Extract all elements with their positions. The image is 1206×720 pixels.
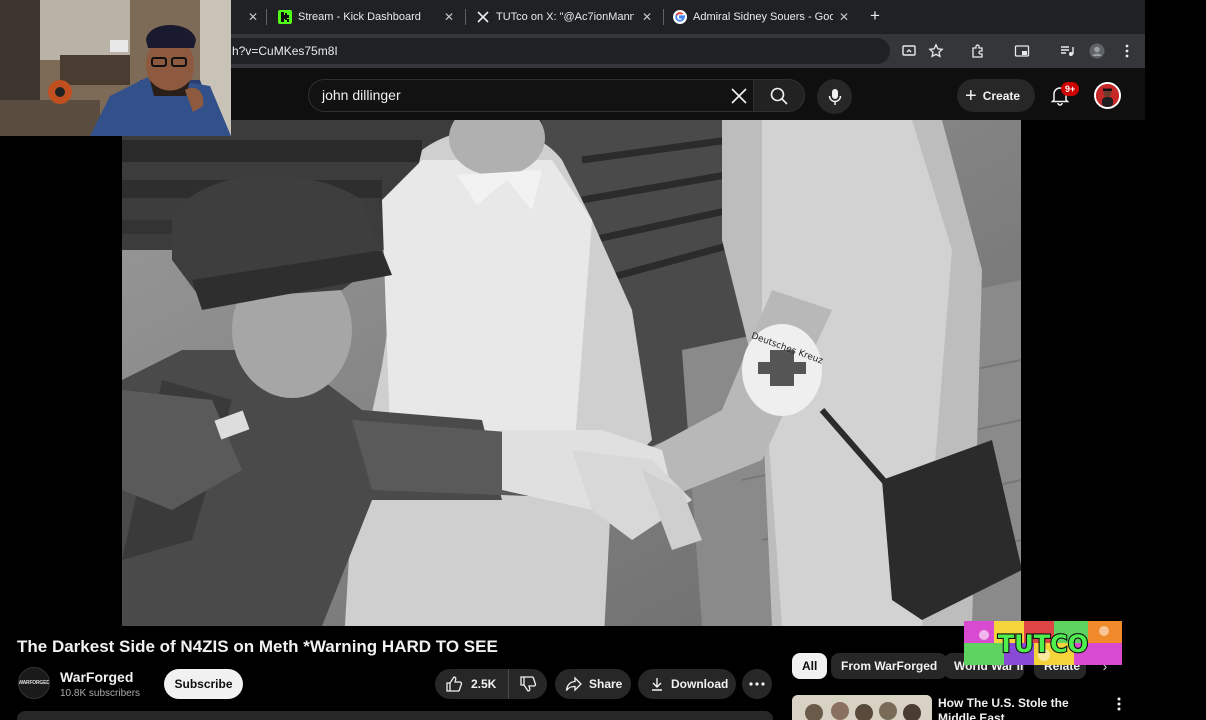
voice-search-button[interactable] (817, 79, 852, 114)
extensions-icon[interactable] (970, 43, 986, 59)
x-icon (476, 10, 490, 24)
download-icon (652, 678, 662, 691)
notification-count-badge: 9+ (1061, 82, 1080, 96)
tab-x-post[interactable]: TUTco on X: "@Ac7ionMann ✕ (476, 4, 654, 30)
subscribe-button[interactable]: Subscribe (164, 669, 243, 699)
more-actions-button[interactable] (742, 669, 772, 699)
create-label: Create (982, 88, 1021, 103)
download-label: Download (671, 677, 729, 691)
search-icon (770, 87, 788, 105)
more-horizontal-icon (749, 682, 765, 686)
browser-menu-icon[interactable] (1119, 43, 1135, 59)
video-player[interactable]: Deutsches Kreuz (122, 120, 1021, 626)
download-button[interactable]: Download (638, 669, 736, 699)
like-dislike-group: 2.5K (435, 669, 547, 699)
close-icon[interactable]: ✕ (837, 10, 851, 24)
bookmark-star-icon[interactable] (928, 43, 944, 59)
tab-separator (663, 9, 664, 25)
share-icon (565, 676, 582, 692)
new-tab-icon[interactable]: + (866, 7, 884, 25)
more-vertical-icon[interactable] (1112, 697, 1126, 715)
plus-icon: + (965, 84, 977, 107)
tab-separator (266, 9, 267, 25)
google-icon (673, 10, 687, 24)
close-icon[interactable]: ✕ (640, 10, 654, 24)
close-icon[interactable]: ✕ (442, 10, 456, 24)
like-count: 2.5K (471, 677, 497, 691)
tab-separator (465, 9, 466, 25)
url-text: h?v=CuMKes75m8I (232, 44, 338, 58)
create-button[interactable]: + Create (957, 79, 1035, 112)
channel-name[interactable]: WarForged (60, 669, 133, 685)
tab-kick-dashboard[interactable]: Stream - Kick Dashboard ✕ (278, 4, 456, 30)
thumbs-up-icon (446, 676, 463, 692)
recommended-thumbnail[interactable] (792, 695, 932, 720)
recommended-title[interactable]: How The U.S. Stole the Middle East (938, 696, 1103, 720)
share-button[interactable]: Share (555, 669, 631, 699)
tutco-logo: TUTCO (964, 621, 1122, 665)
profile-avatar-icon[interactable] (1089, 43, 1105, 59)
filter-chip-from-channel[interactable]: From WarForged (831, 653, 948, 679)
channel-avatar-text: WARFORGED (18, 680, 50, 686)
clear-search-icon[interactable] (730, 87, 748, 105)
video-title: The Darkest Side of N4ZIS on Meth *Warni… (17, 637, 498, 656)
subscriber-count: 10.8K subscribers (60, 688, 141, 699)
tutco-logo-text: TUTCO (998, 630, 1088, 658)
microphone-icon (828, 88, 841, 105)
webcam-overlay (0, 0, 231, 136)
search-query: john dillinger (322, 87, 401, 103)
dislike-button[interactable] (509, 675, 547, 693)
tab-title: Stream - Kick Dashboard (298, 11, 421, 23)
share-label: Share (589, 677, 623, 691)
search-input[interactable]: john dillinger (308, 79, 753, 112)
tab-partial[interactable]: ✕ (232, 4, 260, 30)
account-avatar[interactable] (1094, 82, 1121, 109)
tab-title: TUTco on X: "@Ac7ionMann (496, 11, 634, 23)
channel-avatar[interactable]: WARFORGED (18, 667, 50, 699)
tab-google-search[interactable]: Admiral Sidney Souers - Goog ✕ (673, 4, 851, 30)
close-icon[interactable]: ✕ (246, 10, 260, 24)
like-button[interactable]: 2.5K (435, 669, 509, 699)
tab-title: Admiral Sidney Souers - Goog (693, 11, 833, 23)
media-control-icon[interactable] (1059, 43, 1075, 59)
cast-icon[interactable] (901, 43, 917, 59)
picture-in-picture-icon[interactable] (1014, 43, 1030, 59)
filter-chip-all[interactable]: All (792, 653, 828, 679)
search-button[interactable] (753, 79, 805, 112)
kick-icon (278, 10, 292, 24)
thumbs-down-icon (520, 676, 537, 692)
description-box[interactable] (17, 711, 773, 720)
